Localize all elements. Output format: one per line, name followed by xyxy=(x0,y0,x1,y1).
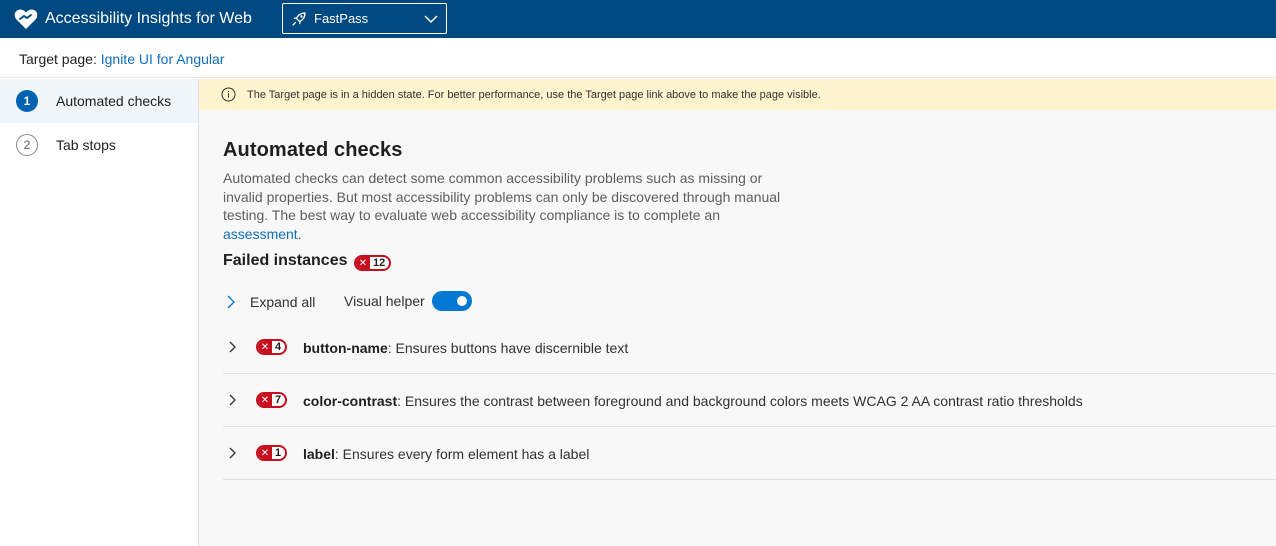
visual-helper-toggle[interactable] xyxy=(432,291,472,311)
rule-row-label[interactable]: ✕ 1 label: Ensures every form element has… xyxy=(223,428,1276,480)
left-nav: 1 Automated checks 2 Tab stops xyxy=(0,79,199,546)
toggle-knob xyxy=(457,296,467,306)
target-page-bar: Target page: Ignite UI for Angular xyxy=(0,38,1276,78)
x-icon: ✕ xyxy=(258,394,272,406)
chevron-right-icon xyxy=(229,341,236,353)
rule-text: button-name: Ensures buttons have discer… xyxy=(303,340,628,356)
rocket-icon xyxy=(292,12,306,26)
rule-name: label xyxy=(303,446,335,462)
rule-count-badge: ✕ 7 xyxy=(256,392,288,408)
rule-row-color-contrast[interactable]: ✕ 7 color-contrast: Ensures the contrast … xyxy=(223,375,1276,427)
assessment-link[interactable]: assessment xyxy=(223,226,298,242)
description-text: Automated checks can detect some common … xyxy=(223,170,781,223)
chevron-down-icon xyxy=(424,15,438,24)
rule-name: color-contrast xyxy=(303,393,398,409)
x-icon: ✕ xyxy=(258,341,272,353)
rule-count: 7 xyxy=(275,394,282,406)
heart-hand-logo-icon xyxy=(14,9,38,30)
info-icon xyxy=(221,87,236,102)
x-icon: ✕ xyxy=(356,257,370,269)
expand-all-label: Expand all xyxy=(250,294,316,310)
mode-dropdown[interactable]: FastPass xyxy=(282,3,447,34)
rule-text: label: Ensures every form element has a … xyxy=(303,446,589,462)
page-description: Automated checks can detect some common … xyxy=(223,169,793,243)
page-title: Automated checks xyxy=(223,139,403,161)
rule-name: button-name xyxy=(303,340,388,356)
rule-text: color-contrast: Ensures the contrast bet… xyxy=(303,393,1083,409)
rule-count-badge: ✕ 1 xyxy=(256,445,288,461)
rule-count-badge: ✕ 4 xyxy=(256,339,288,355)
rule-count: 4 xyxy=(275,341,282,353)
nav-item-tab-stops[interactable]: 2 Tab stops xyxy=(0,123,198,167)
failed-count-badge: ✕ 12 xyxy=(354,255,392,271)
rule-count: 1 xyxy=(275,447,282,459)
rule-row-button-name[interactable]: ✕ 4 button-name: Ensures buttons have dis… xyxy=(223,322,1276,374)
target-page-link[interactable]: Ignite UI for Angular xyxy=(101,51,225,67)
app-title: Accessibility Insights for Web xyxy=(45,10,252,27)
step-number: 2 xyxy=(16,134,38,156)
chevron-right-icon xyxy=(227,295,235,309)
x-icon: ✕ xyxy=(258,447,272,459)
failed-instances-heading: Failed instances xyxy=(223,252,348,269)
top-bar: Accessibility Insights for Web FastPass xyxy=(0,0,1276,38)
nav-item-label: Tab stops xyxy=(56,137,116,153)
failed-count: 12 xyxy=(373,257,386,269)
warning-text: The Target page is in a hidden state. Fo… xyxy=(247,89,821,101)
visual-helper-label: Visual helper xyxy=(344,293,425,309)
step-number: 1 xyxy=(16,90,38,112)
hidden-state-warning: The Target page is in a hidden state. Fo… xyxy=(199,79,1276,110)
nav-item-label: Automated checks xyxy=(56,93,172,109)
target-page-prefix: Target page: xyxy=(19,51,101,67)
description-end: . xyxy=(297,225,302,242)
rule-description: : Ensures buttons have discernible text xyxy=(387,340,629,356)
chevron-right-icon xyxy=(229,447,236,459)
mode-label: FastPass xyxy=(314,11,369,26)
main-content: The Target page is in a hidden state. Fo… xyxy=(199,79,1276,546)
rule-description: : Ensures the contrast between foregroun… xyxy=(397,393,1083,409)
expand-all-button[interactable]: Expand all xyxy=(225,293,315,311)
target-page-label: Target page: Ignite UI for Angular xyxy=(19,51,224,67)
chevron-right-icon xyxy=(229,394,236,406)
nav-item-automated-checks[interactable]: 1 Automated checks xyxy=(0,79,198,123)
rule-description: : Ensures every form element has a label xyxy=(334,446,590,462)
